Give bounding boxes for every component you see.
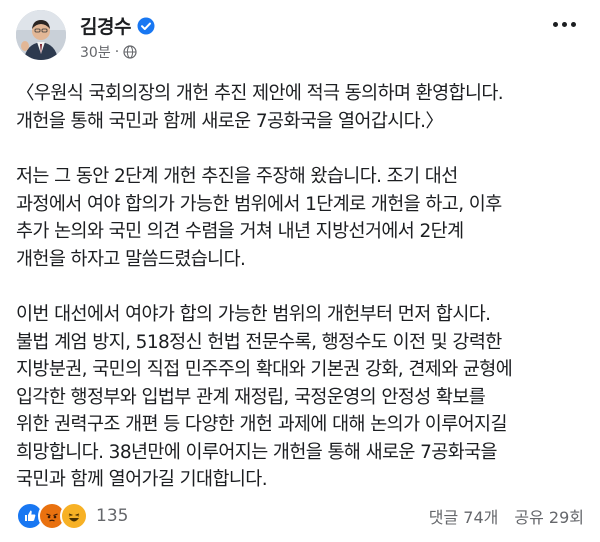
post-paragraph: 〈우원식 국회의장의 개헌 추진 제안에 적극 동의하며 환영합니다. 개헌을 …	[16, 83, 504, 132]
meta-separator: ·	[114, 44, 120, 60]
engagement-stats: 댓글 74개 공유 29회	[429, 504, 584, 528]
profile-photo	[16, 10, 66, 60]
post-meta: 30분 ·	[80, 42, 137, 62]
reactions-summary[interactable]: 135	[16, 502, 128, 530]
post-time[interactable]: 30분	[80, 42, 111, 62]
comments-count-link[interactable]: 댓글 74개	[429, 504, 499, 528]
post-footer: 135 댓글 74개 공유 29회	[16, 500, 584, 532]
haha-reaction-icon	[60, 502, 88, 530]
avatar[interactable]	[16, 10, 66, 60]
author-row: 김경수	[80, 12, 155, 39]
post-paragraph: 이번 대선에서 여야가 합의 가능한 범위의 개헌부터 먼저 합시다. 불법 계…	[16, 304, 513, 490]
post-header: 김경수 30분 ·	[16, 10, 584, 62]
globe-icon	[123, 45, 137, 59]
post-paragraph: 저는 그 동안 2단계 개헌 추진을 주장해 왔습니다. 조기 대선 과정에서 …	[16, 166, 502, 270]
reaction-count: 135	[96, 506, 129, 526]
verified-badge-icon	[137, 17, 155, 34]
post-body: 〈우원식 국회의장의 개헌 추진 제안에 적극 동의하며 환영합니다. 개헌을 …	[16, 80, 584, 494]
author-name[interactable]: 김경수	[80, 12, 131, 39]
shares-count-link[interactable]: 공유 29회	[514, 504, 584, 528]
more-options-icon[interactable]	[544, 12, 584, 36]
